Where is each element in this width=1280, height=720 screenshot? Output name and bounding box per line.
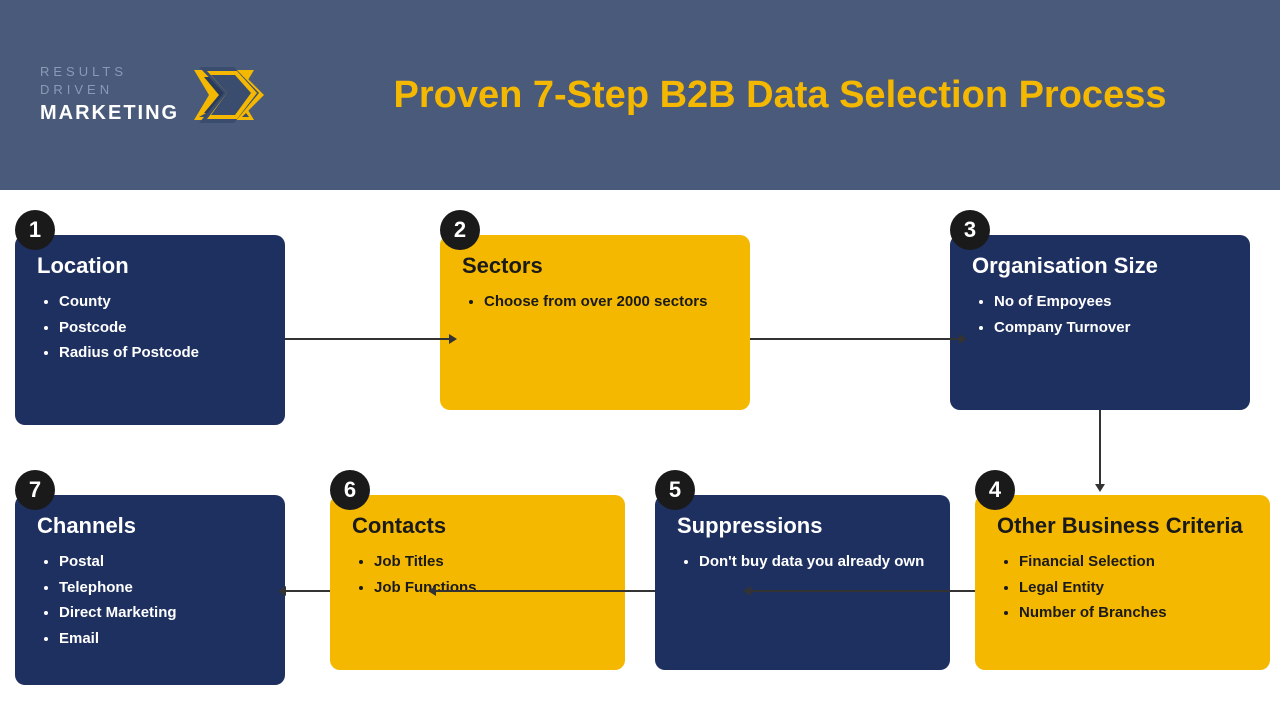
step-3-circle: 3 [950, 210, 990, 250]
step-3-box: Organisation Size No of Empoyees Company… [950, 235, 1250, 410]
list-item: Telephone [59, 575, 263, 601]
logo-driven: DRIVEN [40, 81, 179, 99]
step-6-circle: 6 [330, 470, 370, 510]
step-7-title: Channels [37, 513, 263, 539]
arrow-3-4 [1099, 410, 1101, 485]
step-4-circle: 4 [975, 470, 1015, 510]
step-1-title: Location [37, 253, 263, 279]
step-3-title: Organisation Size [972, 253, 1228, 279]
step-2-title: Sectors [462, 253, 728, 279]
logo-marketing: MARKETING [40, 99, 179, 127]
step-2-box: Sectors Choose from over 2000 sectors [440, 235, 750, 410]
arrow-4-5 [750, 590, 975, 592]
step-6-list: Job Titles Job Functions [352, 549, 603, 600]
arrow-1-2 [285, 338, 450, 340]
step-7-circle: 7 [15, 470, 55, 510]
logo-results: RESULTS [40, 63, 179, 81]
header: RESULTS DRIVEN MARKETING Proven 7-Step B… [0, 0, 1280, 190]
step-5-list: Don't buy data you already own [677, 549, 928, 575]
list-item: Postcode [59, 315, 263, 341]
step-5-circle: 5 [655, 470, 695, 510]
step-2-circle: 2 [440, 210, 480, 250]
arrow-5-6 [435, 590, 655, 592]
list-item: Financial Selection [1019, 549, 1248, 575]
step-7-box: Channels Postal Telephone Direct Marketi… [15, 495, 285, 685]
step-2-list: Choose from over 2000 sectors [462, 289, 728, 315]
step-1-circle: 1 [15, 210, 55, 250]
arrow-6-7 [285, 590, 330, 592]
list-item: Job Titles [374, 549, 603, 575]
step-3-list: No of Empoyees Company Turnover [972, 289, 1228, 340]
step-5-box: Suppressions Don't buy data you already … [655, 495, 950, 670]
logo-area: RESULTS DRIVEN MARKETING [40, 63, 320, 127]
list-item: County [59, 289, 263, 315]
list-item: Don't buy data you already own [699, 549, 928, 575]
step-1-list: County Postcode Radius of Postcode [37, 289, 263, 366]
list-item: Direct Marketing [59, 600, 263, 626]
step-6-title: Contacts [352, 513, 603, 539]
list-item: No of Empoyees [994, 289, 1228, 315]
arrow-2-3 [750, 338, 960, 340]
list-item: Number of Branches [1019, 600, 1248, 626]
list-item: Email [59, 626, 263, 652]
list-item: Postal [59, 549, 263, 575]
logo-text: RESULTS DRIVEN MARKETING [40, 63, 179, 127]
step-4-title: Other Business Criteria [997, 513, 1248, 539]
step-7-list: Postal Telephone Direct Marketing Email [37, 549, 263, 651]
diagram-area: 1 Location County Postcode Radius of Pos… [0, 190, 1280, 720]
step-1-box: Location County Postcode Radius of Postc… [15, 235, 285, 425]
list-item: Job Functions [374, 575, 603, 601]
step-4-box: Other Business Criteria Financial Select… [975, 495, 1270, 670]
list-item: Radius of Postcode [59, 340, 263, 366]
list-item: Legal Entity [1019, 575, 1248, 601]
list-item: Company Turnover [994, 315, 1228, 341]
logo-chevron-icon [199, 65, 269, 125]
step-4-list: Financial Selection Legal Entity Number … [997, 549, 1248, 626]
step-6-box: Contacts Job Titles Job Functions [330, 495, 625, 670]
step-5-title: Suppressions [677, 513, 928, 539]
page-title: Proven 7-Step B2B Data Selection Process [320, 74, 1240, 117]
list-item: Choose from over 2000 sectors [484, 289, 728, 315]
